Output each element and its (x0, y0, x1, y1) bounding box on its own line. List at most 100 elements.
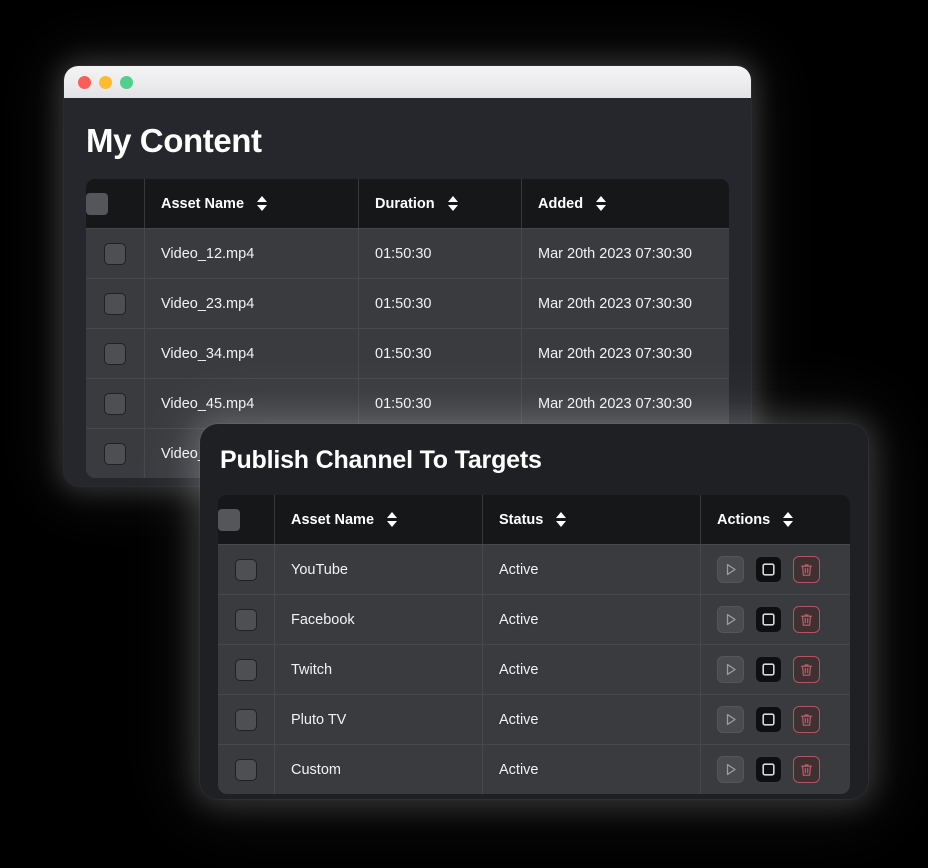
row-checkbox[interactable] (104, 342, 126, 365)
trash-icon[interactable] (793, 656, 820, 683)
row-checkbox[interactable] (235, 708, 257, 731)
status-badge: Active (499, 761, 539, 778)
sort-arrows-icon[interactable] (596, 196, 607, 211)
targets-column-asset-name[interactable]: Asset Name (275, 495, 483, 544)
row-checkbox[interactable] (235, 558, 257, 581)
trash-icon[interactable] (793, 756, 820, 783)
sort-arrows-icon[interactable] (257, 196, 268, 211)
row-checkbox[interactable] (235, 758, 257, 781)
window-titlebar (64, 66, 751, 98)
table-row[interactable]: Video_45.mp4 01:50:30 Mar 20th 2023 07:3… (86, 378, 729, 428)
targets-select-all-header[interactable] (218, 495, 275, 544)
table-row[interactable]: Video_34.mp4 01:50:30 Mar 20th 2023 07:3… (86, 328, 729, 378)
dialog-title: Publish Channel To Targets (220, 446, 542, 474)
cell-target-name: Twitch (275, 644, 483, 694)
table-row[interactable]: Video_23.mp4 01:50:30 Mar 20th 2023 07:3… (86, 278, 729, 328)
cell-actions (701, 644, 850, 694)
row-select-cell[interactable] (86, 228, 145, 278)
content-column-asset-name-label: Asset Name (161, 195, 245, 212)
row-checkbox[interactable] (235, 608, 257, 631)
targets-column-status[interactable]: Status (483, 495, 701, 544)
cell-added: Mar 20th 2023 07:30:30 (522, 378, 729, 428)
row-checkbox[interactable] (235, 658, 257, 681)
play-icon[interactable] (717, 656, 744, 683)
targets-column-actions[interactable]: Actions (701, 495, 850, 544)
row-checkbox[interactable] (104, 392, 126, 415)
cell-duration: 01:50:30 (359, 278, 522, 328)
content-column-duration-label: Duration (375, 195, 435, 212)
cell-actions (701, 694, 850, 744)
cell-target-name: YouTube (275, 544, 483, 594)
select-all-checkbox[interactable] (218, 508, 240, 531)
cell-added: Mar 20th 2023 07:30:30 (522, 328, 729, 378)
status-badge: Active (499, 711, 539, 728)
stop-icon[interactable] (755, 656, 782, 683)
row-select-cell[interactable] (218, 694, 275, 744)
close-window-dot-icon[interactable] (78, 75, 91, 89)
row-checkbox[interactable] (104, 242, 126, 265)
my-content-window: My Content Asset Name Duration Added Vid… (64, 66, 751, 486)
row-select-cell[interactable] (218, 644, 275, 694)
minimize-window-dot-icon[interactable] (99, 75, 112, 89)
row-checkbox[interactable] (104, 292, 126, 315)
table-row[interactable]: Twitch Active (218, 644, 850, 694)
cell-status: Active (483, 594, 701, 644)
stop-icon[interactable] (755, 556, 782, 583)
cell-status: Active (483, 544, 701, 594)
cell-asset-name: Video_12.mp4 (145, 228, 359, 278)
cell-duration: 01:50:30 (359, 328, 522, 378)
cell-actions (701, 744, 850, 794)
cell-asset-name: Video_45.mp4 (145, 378, 359, 428)
content-column-added[interactable]: Added (522, 179, 729, 228)
stop-icon[interactable] (755, 706, 782, 733)
sort-arrows-icon[interactable] (387, 512, 398, 527)
page-title: My Content (86, 122, 262, 159)
table-row[interactable]: Facebook Active (218, 594, 850, 644)
status-badge: Active (499, 561, 539, 578)
row-select-cell[interactable] (218, 594, 275, 644)
select-all-checkbox[interactable] (86, 192, 108, 215)
maximize-window-dot-icon[interactable] (120, 75, 133, 89)
table-row[interactable]: Custom Active (218, 744, 850, 794)
play-icon[interactable] (717, 606, 744, 633)
row-select-cell[interactable] (218, 544, 275, 594)
trash-icon[interactable] (793, 556, 820, 583)
table-row[interactable]: Video_12.mp4 01:50:30 Mar 20th 2023 07:3… (86, 228, 729, 278)
row-select-cell[interactable] (86, 278, 145, 328)
sort-arrows-icon[interactable] (783, 512, 794, 527)
row-select-cell[interactable] (86, 428, 145, 478)
table-row[interactable]: Pluto TV Active (218, 694, 850, 744)
targets-column-asset-name-label: Asset Name (291, 511, 375, 528)
targets-table-header-row: Asset Name Status Actions (218, 495, 850, 544)
status-badge: Active (499, 661, 539, 678)
play-icon[interactable] (717, 756, 744, 783)
row-select-cell[interactable] (86, 328, 145, 378)
row-select-cell[interactable] (218, 744, 275, 794)
play-icon[interactable] (717, 556, 744, 583)
row-checkbox[interactable] (104, 442, 126, 465)
cell-added: Mar 20th 2023 07:30:30 (522, 228, 729, 278)
publish-channel-dialog: Publish Channel To Targets Asset Name St… (200, 424, 868, 799)
sort-arrows-icon[interactable] (556, 512, 567, 527)
cell-duration: 01:50:30 (359, 228, 522, 278)
play-icon[interactable] (717, 706, 744, 733)
targets-table: Asset Name Status Actions YouTube Active… (218, 495, 850, 794)
targets-column-status-label: Status (499, 511, 544, 528)
cell-target-name: Custom (275, 744, 483, 794)
row-select-cell[interactable] (86, 378, 145, 428)
cell-asset-name: Video_23.mp4 (145, 278, 359, 328)
content-select-all-header[interactable] (86, 179, 145, 228)
cell-status: Active (483, 744, 701, 794)
stop-icon[interactable] (755, 606, 782, 633)
content-column-asset-name[interactable]: Asset Name (145, 179, 359, 228)
status-badge: Active (499, 611, 539, 628)
trash-icon[interactable] (793, 606, 820, 633)
screenshot-stage: My Content Asset Name Duration Added Vid… (0, 0, 928, 868)
cell-actions (701, 594, 850, 644)
content-column-duration[interactable]: Duration (359, 179, 522, 228)
trash-icon[interactable] (793, 706, 820, 733)
table-row[interactable]: YouTube Active (218, 544, 850, 594)
stop-icon[interactable] (755, 756, 782, 783)
sort-arrows-icon[interactable] (447, 196, 458, 211)
cell-duration: 01:50:30 (359, 378, 522, 428)
